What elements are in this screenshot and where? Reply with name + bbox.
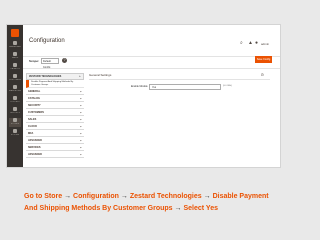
toolbar-divider [23, 68, 280, 69]
nav-item-dashboard[interactable]: DASHBOARD [9, 41, 21, 50]
system-icon [13, 129, 17, 133]
chevron-down-icon: ⌄ [79, 89, 82, 93]
nav-label: DASHBOARD [9, 46, 21, 48]
general-settings-title[interactable]: General Settings [89, 73, 111, 77]
scope-indicator: [GLOBAL] [223, 85, 233, 87]
nav-label: MARKETING [9, 90, 21, 92]
search-icon[interactable]: ⌕ [240, 41, 245, 46]
nav-item-marketing[interactable]: MARKETING [9, 85, 21, 94]
scope-label: Scope: [29, 59, 40, 63]
tree-item-label: MFA [28, 132, 34, 135]
nav-label: CATALOG [10, 68, 20, 70]
tree-item-disable-payment-shipping[interactable]: Disable Payment And Shipping Methods By … [26, 80, 84, 88]
general-settings-panel: General Settings ⊙ Enable Module Yes [GL… [89, 72, 274, 103]
reports-icon [13, 107, 17, 111]
chevron-down-icon: ⌄ [79, 110, 82, 114]
panel-divider [89, 79, 270, 80]
tree-item-label: ADVANCED [28, 139, 42, 142]
tree-section-zestard[interactable]: ZESTARD TECHNOLOGIES ⌃ [26, 73, 84, 80]
bell-icon[interactable]: ▲ [248, 41, 253, 46]
marketing-icon [13, 85, 17, 89]
chevron-up-icon: ⌃ [78, 75, 81, 79]
admin-sidebar: DASHBOARD SALES CATALOG CUSTOMERS MARKET… [7, 25, 23, 167]
tree-item-label: CATALOG [28, 97, 40, 100]
tree-item[interactable]: SALES ⌄ [26, 116, 84, 123]
nav-label: CONTENT [10, 101, 20, 103]
customers-icon [13, 74, 17, 78]
chevron-down-icon: ⌄ [79, 131, 82, 135]
tree-item[interactable]: CLOUD ⌄ [26, 123, 84, 130]
collapse-icon[interactable]: ⊙ [261, 72, 264, 77]
tree-item[interactable]: MFA ⌄ [26, 130, 84, 137]
arrow-right-icon: → [120, 193, 128, 200]
page-title: Configuration [29, 38, 65, 44]
tree-item-label: SALES [28, 118, 37, 121]
tree-item[interactable]: CATALOG ⌄ [26, 95, 84, 102]
tree-item-label: SECURITY [28, 104, 41, 107]
chevron-down-icon: ⌄ [79, 145, 82, 149]
chevron-down-icon: ⌄ [79, 124, 82, 128]
config-tree: ZESTARD TECHNOLOGIES ⌃ Disable Payment A… [26, 73, 84, 158]
tree-item[interactable]: ADVANCED ⌄ [26, 137, 84, 144]
caption-step: Configuration [73, 193, 119, 200]
arrow-right-icon: → [203, 193, 211, 200]
caption-step: Zestard Technologies [129, 193, 202, 200]
dashboard-icon [13, 41, 17, 45]
tree-item[interactable]: GENERAL ⌄ [26, 88, 84, 95]
stores-icon [13, 118, 17, 122]
magento-logo-icon[interactable] [11, 29, 19, 37]
enable-module-label: Enable Module [131, 85, 148, 88]
user-menu[interactable]: admin [261, 42, 269, 46]
chevron-down-icon: ⌄ [79, 96, 82, 100]
header-divider [23, 56, 280, 57]
header-actions: ⌕ ▲ ● admin [240, 41, 270, 47]
tree-item-label: SERVICES [28, 146, 41, 149]
nav-item-content[interactable]: CONTENT [9, 96, 21, 105]
nav-item-stores[interactable]: STORES [9, 118, 21, 127]
instruction-caption: Go to Store → Configuration → Zestard Te… [24, 191, 274, 215]
user-icon[interactable]: ● [255, 41, 260, 46]
tree-item-label: CUSTOMERS [28, 111, 44, 114]
nav-label: SYSTEM [10, 134, 20, 136]
nav-label: STORES [10, 123, 20, 125]
chevron-down-icon: ⌄ [79, 103, 82, 107]
nav-item-catalog[interactable]: CATALOG [9, 63, 21, 72]
content-icon [13, 96, 17, 100]
tree-item[interactable]: SERVICES ⌄ [26, 144, 84, 151]
nav-item-customers[interactable]: CUSTOMERS [9, 74, 21, 83]
chevron-down-icon: ⌄ [79, 138, 82, 142]
sales-icon [13, 52, 17, 56]
nav-item-system[interactable]: SYSTEM [9, 129, 21, 138]
chevron-down-icon: ⌄ [79, 152, 82, 156]
tree-item[interactable]: CUSTOMERS ⌄ [26, 109, 84, 116]
tree-item-label: CLOUD [28, 125, 37, 128]
admin-window: DASHBOARD SALES CATALOG CUSTOMERS MARKET… [6, 24, 281, 168]
enable-module-select[interactable]: Yes [149, 84, 221, 90]
tree-item-label: ADVANCED [28, 153, 42, 156]
save-config-button[interactable]: Save Config [255, 56, 272, 63]
nav-label: REPORTS [10, 112, 20, 114]
arrow-right-icon: → [64, 193, 72, 200]
nav-item-sales[interactable]: SALES [9, 52, 21, 61]
nav-label: SALES [11, 57, 19, 59]
arrow-right-icon: → [174, 205, 182, 212]
nav-label: CUSTOMERS [9, 79, 21, 81]
tree-item-label: GENERAL [28, 90, 41, 93]
scope-switcher[interactable]: Default Config [41, 58, 59, 69]
tree-section-title: ZESTARD TECHNOLOGIES [29, 75, 62, 78]
tree-item[interactable]: SECURITY ⌄ [26, 102, 84, 109]
help-icon[interactable]: ? [62, 58, 67, 63]
caption-step: Go to Store [24, 193, 63, 200]
catalog-icon [13, 63, 17, 67]
tree-item[interactable]: ADVANCED ⌄ [26, 151, 84, 158]
nav-item-reports[interactable]: REPORTS [9, 107, 21, 116]
chevron-down-icon: ⌄ [79, 117, 82, 121]
caption-step: Select Yes [183, 205, 218, 212]
